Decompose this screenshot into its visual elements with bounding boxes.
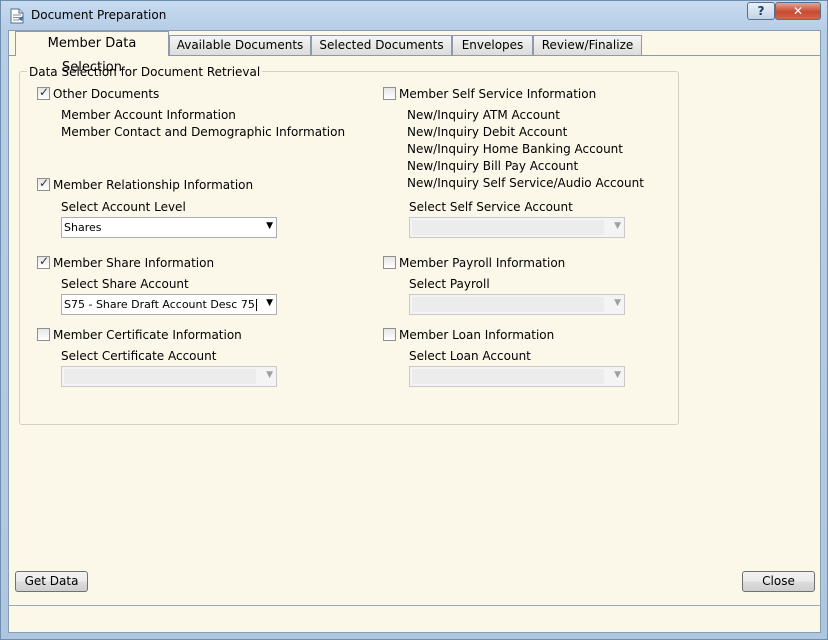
chevron-down-icon: ▼ (614, 221, 621, 231)
other-documents-item: Member Contact and Demographic Informati… (61, 125, 346, 139)
other-documents-label: Other Documents (53, 87, 160, 101)
account-level-value: Shares (64, 221, 102, 234)
help-button[interactable]: ? (747, 2, 775, 20)
document-icon (10, 8, 24, 24)
tab-available-documents[interactable]: Available Documents (169, 35, 311, 55)
chevron-down-icon: ▼ (266, 221, 273, 231)
tab-member-data-selection[interactable]: Member Data Selection (15, 31, 169, 75)
status-bar (8, 605, 821, 628)
combo-inner (64, 369, 256, 384)
window-title: Document Preparation (31, 8, 167, 22)
close-icon: ✕ (792, 4, 804, 18)
chevron-down-icon: ▼ (266, 298, 273, 308)
self-service-checkbox[interactable] (383, 87, 396, 100)
self-service-item: New/Inquiry Home Banking Account (407, 142, 623, 156)
title-bar[interactable]: Document Preparation ? ✕ (1, 1, 827, 30)
member-relationship-label: Member Relationship Information (53, 178, 254, 192)
chevron-down-icon: ▼ (614, 298, 621, 308)
self-service-item: New/Inquiry Debit Account (407, 125, 568, 139)
combo-inner (412, 369, 604, 384)
account-level-select[interactable]: Shares ▼ (61, 217, 277, 238)
member-payroll-checkbox[interactable] (383, 256, 396, 269)
certificate-account-select[interactable]: ▼ (61, 366, 277, 387)
account-level-label: Select Account Level (61, 200, 186, 214)
member-certificate-checkbox[interactable] (37, 328, 50, 341)
member-relationship-checkbox[interactable]: ✓ (37, 176, 50, 191)
member-loan-label: Member Loan Information (399, 328, 555, 342)
self-service-account-select[interactable]: ▼ (409, 217, 625, 238)
tab-envelopes[interactable]: Envelopes (452, 35, 533, 55)
tab-selected-documents[interactable]: Selected Documents (311, 35, 452, 55)
payroll-select-label: Select Payroll (409, 277, 490, 291)
self-service-item: New/Inquiry Bill Pay Account (407, 159, 579, 173)
certificate-account-label: Select Certificate Account (61, 349, 217, 363)
document-preparation-window: Document Preparation ? ✕ Member Data Sel… (0, 0, 828, 640)
self-service-label: Member Self Service Information (399, 87, 597, 101)
tab-review-finalize[interactable]: Review/Finalize (533, 35, 642, 55)
other-documents-checkbox[interactable]: ✓ (37, 85, 50, 100)
combo-inner (412, 297, 604, 312)
check-icon: ✓ (39, 85, 50, 99)
text-caret (255, 299, 257, 311)
chevron-down-icon: ▼ (266, 370, 273, 380)
member-payroll-label: Member Payroll Information (399, 256, 566, 270)
member-certificate-label: Member Certificate Information (53, 328, 242, 342)
self-service-item: New/Inquiry ATM Account (407, 108, 560, 122)
check-icon: ✓ (39, 176, 50, 190)
tab-strip: Member Data Selection Available Document… (15, 31, 815, 75)
window-close-button[interactable]: ✕ (775, 2, 821, 20)
share-account-select[interactable]: S75 - Share Draft Account Desc 75 ▼ (61, 294, 277, 315)
loan-account-select[interactable]: ▼ (409, 366, 625, 387)
payroll-select[interactable]: ▼ (409, 294, 625, 315)
other-documents-item: Member Account Information (61, 108, 236, 122)
share-account-value-wrap: S75 - Share Draft Account Desc 75 (64, 298, 257, 311)
chevron-down-icon: ▼ (614, 370, 621, 380)
get-data-button[interactable]: Get Data (15, 571, 88, 592)
self-service-account-label: Select Self Service Account (409, 200, 573, 214)
client-area: Member Data Selection Available Document… (8, 30, 821, 633)
share-account-label: Select Share Account (61, 277, 189, 291)
check-icon: ✓ (39, 254, 50, 268)
share-account-value: S75 - Share Draft Account Desc 75 (64, 298, 255, 311)
combo-inner (412, 220, 604, 235)
loan-account-label: Select Loan Account (409, 349, 531, 363)
member-loan-checkbox[interactable] (383, 328, 396, 341)
member-share-label: Member Share Information (53, 256, 215, 270)
self-service-item: New/Inquiry Self Service/Audio Account (407, 176, 644, 190)
member-share-checkbox[interactable]: ✓ (37, 254, 50, 269)
close-button[interactable]: Close (742, 571, 815, 592)
